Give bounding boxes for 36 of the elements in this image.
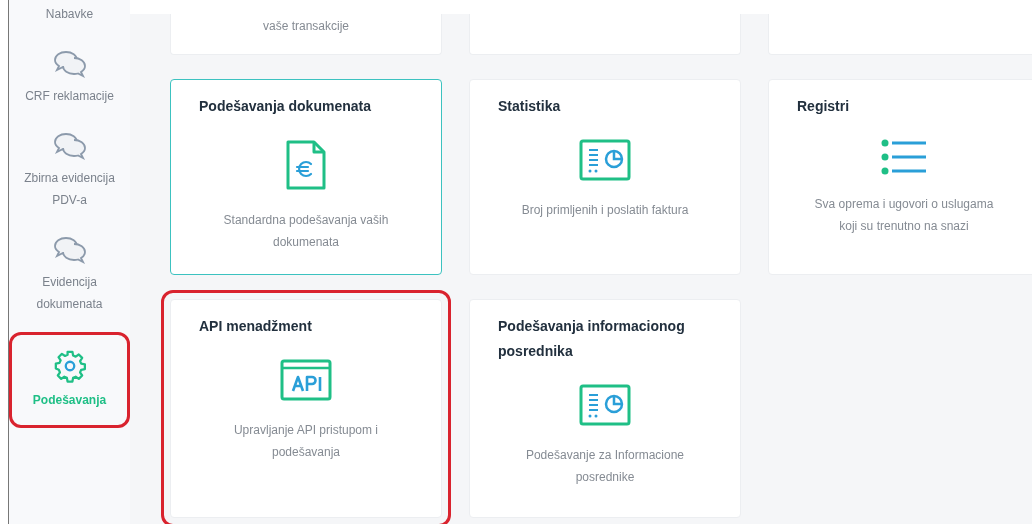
statistics-icon [579, 384, 631, 426]
sidebar-item[interactable]: Zbirna evidencija PDV-a [9, 128, 130, 214]
card[interactable]: Podešavanja informacionog posrednika Podešavanje za Informacione posrednike [469, 299, 741, 518]
chat-bubbles-icon [51, 235, 88, 265]
card-description: Standardna podešavanja vaših dokumenata [222, 212, 390, 251]
statistics-icon [579, 139, 631, 181]
euro-document-icon [285, 139, 327, 191]
card-title: Registri [797, 97, 851, 116]
sidebar-item[interactable]: CRF reklamacije [9, 46, 130, 110]
card-description: Upravljanje API pristupom i podešavanja [232, 422, 380, 461]
card-description: Podešavanje za Informacione posrednike [524, 447, 686, 486]
card-title: Statistika [498, 97, 562, 116]
card-description: vaše transakcije [262, 18, 349, 35]
chat-bubbles-icon [51, 49, 88, 79]
sidebar-item[interactable]: Evidencija dokumenata [9, 232, 130, 318]
sidebar-item[interactable]: Podešavanja [9, 332, 130, 428]
card-description: Broj primljenih i poslatih faktura [520, 202, 690, 219]
sidebar-item[interactable]: Nabavke [9, 0, 130, 28]
sidebar-label: Evidencija dokumenata [35, 274, 104, 313]
card[interactable]: vaše transakcije [170, 14, 442, 55]
sidebar-label: CRF reklamacije [25, 88, 114, 105]
card-title: API menadžment [199, 317, 313, 336]
card-title: Podešavanja informacionog posrednika [498, 317, 686, 361]
sidebar-label: Podešavanja [32, 392, 107, 409]
card[interactable]: API menadžment Upravljanje API pristupom i podešavanja [170, 299, 442, 518]
api-window-icon [280, 359, 332, 401]
card[interactable]: Registri Sva oprema i ugovori o uslugama koji su trenutno na snazi [768, 79, 1032, 275]
card-description: Sva oprema i ugovori o uslugama koji su trenutno na snazi [813, 196, 995, 235]
chat-bubbles-icon [51, 131, 88, 161]
card-title: Podešavanja dokumenata [199, 97, 372, 116]
card[interactable]: Statistika Broj primljenih i poslatih faktura [469, 79, 741, 275]
sidebar-label: Nabavke [45, 6, 94, 23]
sidebar-label: Zbirna evidencija PDV-a [23, 170, 116, 209]
settings-icon [52, 349, 87, 383]
list-icon [881, 139, 927, 175]
card[interactable]: Podešavanja dokumenata Standardna podešavanja vaših dokumenata [170, 79, 442, 275]
